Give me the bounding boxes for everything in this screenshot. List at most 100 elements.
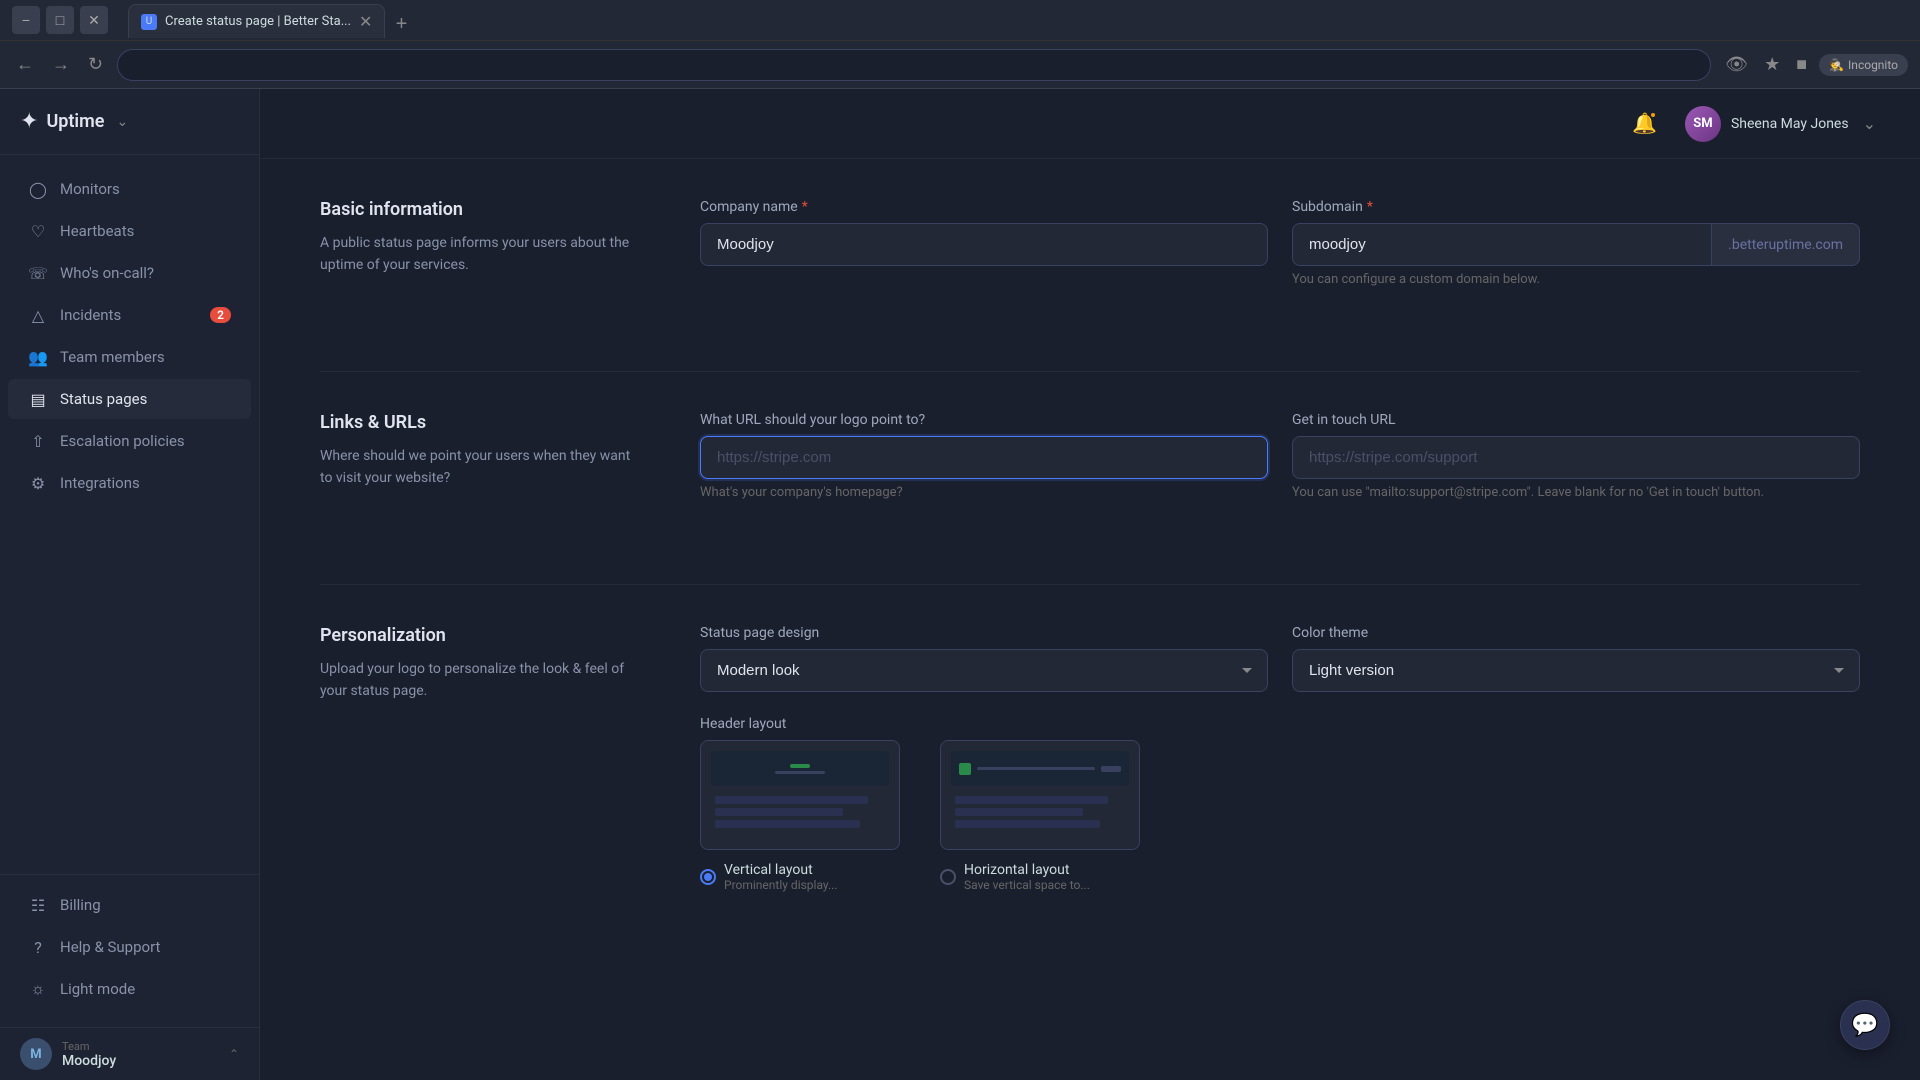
active-tab[interactable]: U Create status page | Better Sta... ✕	[128, 4, 385, 38]
user-menu-chevron-icon: ⌄	[1863, 114, 1876, 133]
star-icon[interactable]: ★	[1760, 50, 1784, 79]
browser-controls: − □ ✕	[12, 6, 108, 34]
address-bar[interactable]: uptime.betterstack.com/team/192396/statu…	[117, 49, 1711, 81]
contact-url-group: Get in touch URL You can use "mailto:sup…	[1292, 412, 1860, 500]
personalization-desc: Upload your logo to personalize the look…	[320, 658, 640, 703]
basic-info-fields: Company name * Subdomain *	[700, 199, 1860, 311]
links-title: Links & URLs	[320, 412, 640, 433]
personalization-title: Personalization	[320, 625, 640, 646]
horizontal-layout-sublabel: Save vertical space to...	[964, 878, 1090, 892]
sidebar-item-incidents[interactable]: △ Incidents 2	[8, 295, 251, 335]
header-layout-label: Header layout	[700, 716, 1860, 732]
personalization-fields: Status page design Modern look Classic l…	[700, 625, 1860, 916]
maximize-button[interactable]: □	[46, 6, 74, 34]
subdomain-input[interactable]	[1292, 223, 1712, 266]
sidebar-footer[interactable]: M Team Moodjoy ⌃	[0, 1027, 259, 1080]
sidebar-item-billing[interactable]: ☷ Billing	[8, 885, 251, 925]
incognito-badge: 🕵 Incognito	[1819, 54, 1908, 76]
extensions-icon[interactable]: ■	[1792, 50, 1811, 79]
browser-tabs: U Create status page | Better Sta... ✕ +	[116, 2, 427, 38]
sidebar-item-label: Heartbeats	[60, 222, 134, 240]
refresh-button[interactable]: ↻	[84, 50, 107, 79]
integrations-icon: ⚙	[28, 473, 48, 493]
browser-chrome: − □ ✕ U Create status page | Better Sta.…	[0, 0, 1920, 89]
sidebar-item-escalation-policies[interactable]: ⇧ Escalation policies	[8, 421, 251, 461]
sidebar-item-help-support[interactable]: ? Help & Support	[8, 927, 251, 967]
company-name-label: Company name *	[700, 199, 1268, 215]
eye-icon[interactable]: 👁	[1721, 50, 1752, 79]
user-menu[interactable]: SM Sheena May Jones ⌄	[1673, 100, 1888, 148]
incidents-badge: 2	[210, 307, 231, 323]
subdomain-input-group: .betteruptime.com	[1292, 223, 1860, 266]
basic-info-title: Basic information	[320, 199, 640, 220]
personalization-section: Personalization Upload your logo to pers…	[320, 625, 1860, 916]
new-tab-button[interactable]: +	[387, 10, 415, 38]
design-select[interactable]: Modern look Classic look	[700, 649, 1268, 692]
horizontal-radio[interactable]	[940, 869, 956, 885]
chat-bubble[interactable]: 💬	[1840, 1000, 1890, 1050]
sidebar-item-label: Billing	[60, 896, 101, 914]
header-layout-group: Header layout	[700, 716, 1860, 892]
on-call-icon: ☏	[28, 263, 48, 283]
sidebar-item-status-pages[interactable]: ▤ Status pages	[8, 379, 251, 419]
color-select[interactable]: Light version Dark version	[1292, 649, 1860, 692]
contact-url-input[interactable]	[1292, 436, 1860, 479]
incognito-icon: 🕵	[1829, 58, 1844, 72]
basic-fields-row: Company name * Subdomain *	[700, 199, 1860, 311]
vertical-radio[interactable]	[700, 869, 716, 885]
sidebar-item-label: Integrations	[60, 474, 140, 492]
company-name-group: Company name *	[700, 199, 1268, 287]
chat-icon: 💬	[1851, 1013, 1878, 1038]
notification-button[interactable]: 🔔	[1632, 111, 1657, 136]
horizontal-layout-option[interactable]: Horizontal layout Save vertical space to…	[940, 740, 1140, 892]
tab-title: Create status page | Better Sta...	[165, 14, 351, 29]
sidebar-item-label: Incidents	[60, 306, 121, 324]
sidebar: ✦ Uptime ⌄ ◯ Monitors ♡ Heartbeats ☏ Who…	[0, 89, 260, 1080]
incidents-icon: △	[28, 305, 48, 325]
company-name-input[interactable]	[700, 223, 1268, 266]
team-expand-icon: ⌃	[229, 1047, 239, 1061]
links-desc: Where should we point your users when th…	[320, 445, 640, 490]
links-fields-row: What URL should your logo point to? What…	[700, 412, 1860, 524]
logo-url-label: What URL should your logo point to?	[700, 412, 1268, 428]
team-label: Team	[62, 1040, 219, 1053]
section-divider-2	[320, 584, 1860, 585]
basic-information-section: Basic information A public status page i…	[320, 199, 1860, 311]
close-button[interactable]: ✕	[80, 6, 108, 34]
contact-url-label: Get in touch URL	[1292, 412, 1860, 428]
browser-toolbar-icons: 👁 ★ ■ 🕵 Incognito	[1721, 50, 1908, 79]
sidebar-chevron-icon: ⌄	[116, 114, 128, 130]
sidebar-header[interactable]: ✦ Uptime ⌄	[0, 89, 259, 155]
sidebar-item-monitors[interactable]: ◯ Monitors	[8, 169, 251, 209]
sidebar-item-heartbeats[interactable]: ♡ Heartbeats	[8, 211, 251, 251]
tab-close-button[interactable]: ✕	[359, 14, 372, 30]
required-mark: *	[802, 199, 808, 215]
vertical-radio-row: Vertical layout Prominently display...	[700, 862, 837, 892]
sidebar-item-light-mode[interactable]: ☼ Light mode	[8, 969, 251, 1009]
logo-url-input[interactable]	[700, 436, 1268, 479]
subdomain-group: Subdomain * .betteruptime.com You can co…	[1292, 199, 1860, 287]
page-content: Basic information A public status page i…	[260, 159, 1920, 1080]
team-name: Moodjoy	[62, 1053, 219, 1069]
horizontal-radio-row: Horizontal layout Save vertical space to…	[940, 862, 1090, 892]
back-button[interactable]: ←	[12, 50, 38, 79]
sidebar-item-whos-on-call[interactable]: ☏ Who's on-call?	[8, 253, 251, 293]
sidebar-item-integrations[interactable]: ⚙ Integrations	[8, 463, 251, 503]
notification-dot	[1649, 111, 1657, 119]
sidebar-item-team-members[interactable]: 👥 Team members	[8, 337, 251, 377]
light-mode-icon: ☼	[28, 979, 48, 999]
basic-info-desc: A public status page informs your users …	[320, 232, 640, 277]
minimize-button[interactable]: −	[12, 6, 40, 34]
tab-favicon: U	[141, 14, 157, 30]
vertical-layout-option[interactable]: Vertical layout Prominently display...	[700, 740, 900, 892]
forward-button[interactable]: →	[48, 50, 74, 79]
help-icon: ?	[28, 937, 48, 957]
main-content: 🔔 SM Sheena May Jones ⌄ Basic informatio…	[260, 89, 1920, 1080]
sidebar-item-label: Monitors	[60, 180, 120, 198]
horizontal-layout-label: Horizontal layout	[964, 862, 1090, 878]
header-right: 🔔 SM Sheena May Jones ⌄	[1632, 100, 1888, 148]
browser-addressbar: ← → ↻ uptime.betterstack.com/team/192396…	[0, 40, 1920, 88]
app-header: 🔔 SM Sheena May Jones ⌄	[260, 89, 1920, 159]
sidebar-item-label: Status pages	[60, 390, 147, 408]
status-pages-icon: ▤	[28, 389, 48, 409]
